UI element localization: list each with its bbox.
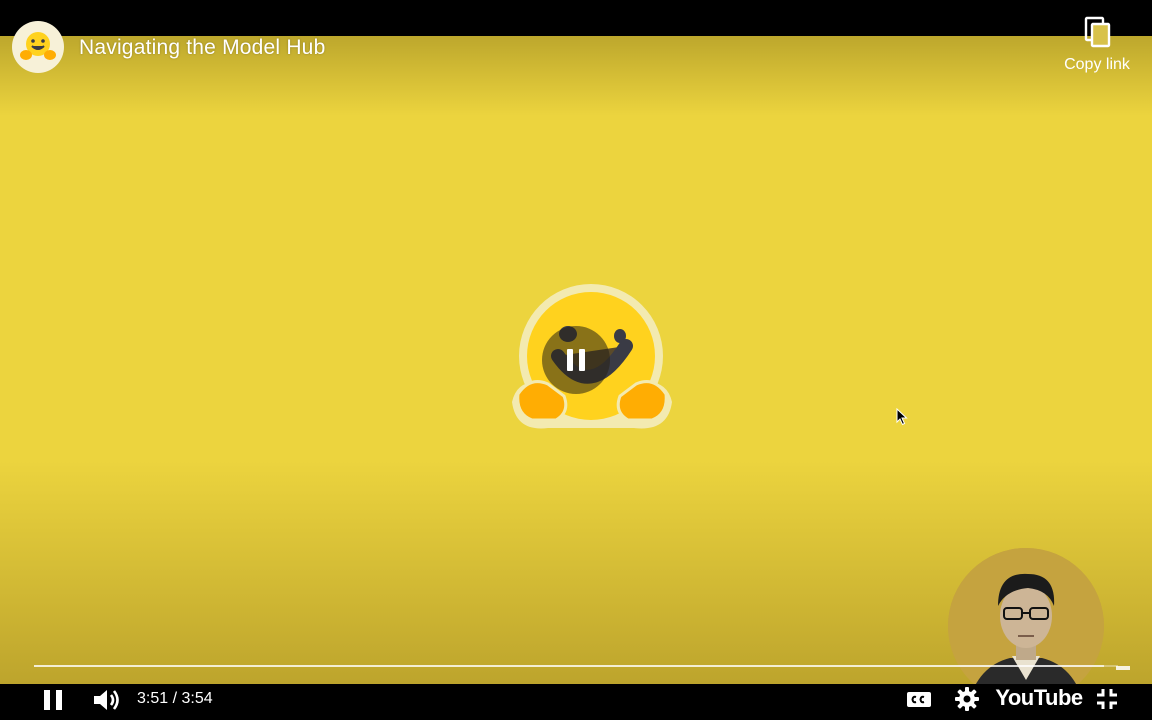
control-bar: 3:51 / 3:54 YouTube [0, 684, 1152, 720]
video-player[interactable]: Navigating the Model Hub Copy link 3:51 … [0, 0, 1152, 720]
pause-bar [56, 690, 62, 710]
pause-bar [44, 690, 50, 710]
volume-button[interactable] [90, 684, 124, 716]
progress-scrubber[interactable] [1116, 666, 1130, 670]
volume-icon [94, 690, 119, 710]
captions-button[interactable] [904, 684, 934, 714]
center-pause-indicator[interactable] [542, 326, 610, 394]
copy-icon [1084, 16, 1111, 48]
hugging-face-icon [20, 32, 56, 60]
pause-bar [579, 349, 585, 371]
presenter-portrait [948, 548, 1104, 704]
copy-link-button[interactable]: Copy link [1052, 16, 1142, 82]
video-title[interactable]: Navigating the Model Hub [79, 36, 325, 60]
progress-fill [34, 665, 1104, 667]
settings-button[interactable] [952, 684, 982, 714]
copy-link-label: Copy link [1064, 56, 1130, 73]
mouse-cursor-icon [896, 408, 908, 426]
cc-icon [907, 692, 931, 707]
gear-icon [955, 687, 979, 711]
pause-button[interactable] [38, 685, 68, 715]
pause-bar [567, 349, 573, 371]
time-display: 3:51 / 3:54 [137, 690, 213, 707]
presenter-webcam [948, 548, 1104, 704]
channel-avatar[interactable] [12, 21, 64, 73]
youtube-logo[interactable]: YouTube [995, 684, 1083, 712]
exit-fullscreen-icon [1097, 689, 1117, 709]
progress-bar[interactable] [34, 665, 1118, 667]
exit-fullscreen-button[interactable] [1092, 684, 1122, 714]
